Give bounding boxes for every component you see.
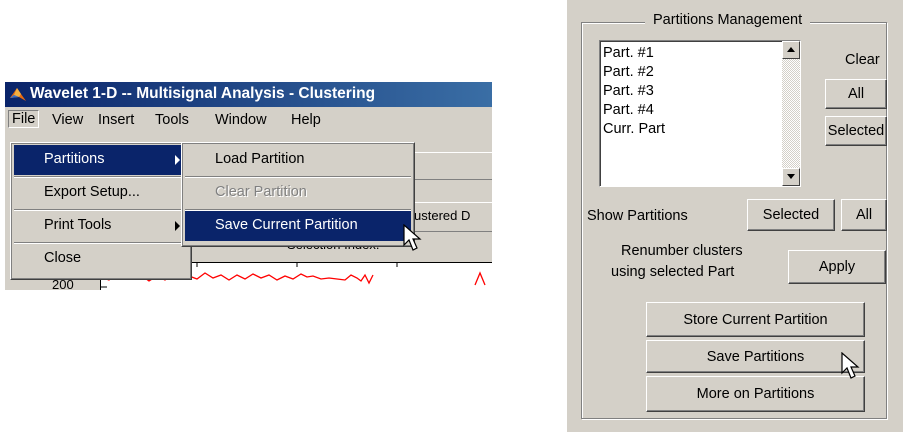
list-item[interactable]: Part. #1 [603, 45, 654, 61]
menu-item-load-partition[interactable]: Load Partition [185, 145, 411, 175]
submenu-arrow-icon [175, 155, 180, 165]
menubar: File View Insert Tools Window Help [5, 107, 492, 135]
renumber-label-line1: Renumber clusters [621, 243, 743, 259]
show-partitions-label: Show Partitions [587, 208, 688, 224]
store-current-partition-button[interactable]: Store Current Partition [646, 302, 865, 337]
arrow-down-icon [787, 174, 795, 179]
more-on-partitions-button[interactable]: More on Partitions [646, 376, 865, 412]
list-item[interactable]: Part. #3 [603, 83, 654, 99]
scroll-down-button[interactable] [782, 168, 800, 186]
menu-insert[interactable]: Insert [98, 112, 134, 128]
mouse-cursor-icon [841, 352, 860, 379]
menu-item-export-setup-label: Export Setup... [44, 184, 140, 200]
menu-item-export-setup[interactable]: Export Setup... [14, 178, 188, 208]
menu-window[interactable]: Window [215, 112, 267, 128]
renumber-label-line2: using selected Part [611, 264, 735, 280]
show-all-button[interactable]: All [841, 199, 887, 231]
menu-item-clear-partition[interactable]: Clear Partition [185, 178, 411, 208]
menu-file[interactable]: File [8, 110, 40, 128]
menu-item-save-current-partition-label: Save Current Partition [215, 217, 358, 233]
menu-tools[interactable]: Tools [155, 112, 189, 128]
menu-item-close-label: Close [44, 250, 82, 266]
clear-all-button[interactable]: All [825, 79, 887, 109]
menu-item-print-tools-label: Print Tools [44, 217, 112, 233]
matlab-logo-icon [10, 88, 26, 101]
list-item[interactable]: Part. #2 [603, 64, 654, 80]
background-button: ta [404, 152, 492, 180]
submenu-arrow-icon [175, 221, 180, 231]
partitions-panel: Partitions Management Part. #1 Part. #2 … [567, 0, 903, 432]
scroll-up-button[interactable] [782, 41, 800, 59]
list-item[interactable]: Part. #4 [603, 102, 654, 118]
window-titlebar[interactable]: Wavelet 1-D -- Multisignal Analysis - Cl… [5, 82, 492, 107]
wavelet-window: Wavelet 1-D -- Multisignal Analysis - Cl… [5, 82, 492, 290]
partitions-listbox[interactable]: Part. #1 Part. #2 Part. #3 Part. #4 Curr… [599, 40, 801, 187]
menu-item-save-current-partition[interactable]: Save Current Partition [185, 211, 411, 241]
clustered-label-fragment: ustered D [414, 208, 471, 223]
window-title: Wavelet 1-D -- Multisignal Analysis - Cl… [30, 85, 376, 102]
menu-view[interactable]: View [52, 112, 83, 128]
list-item[interactable]: Curr. Part [603, 121, 665, 137]
save-partitions-button[interactable]: Save Partitions [646, 340, 865, 373]
apply-button[interactable]: Apply [788, 250, 886, 284]
menu-help[interactable]: Help [291, 112, 321, 128]
menu-item-close[interactable]: Close [14, 244, 188, 274]
arrow-up-icon [787, 47, 795, 52]
mouse-cursor-icon [403, 224, 422, 251]
file-menu-dropdown: Partitions Export Setup... Print Tools C… [10, 142, 192, 280]
partitions-submenu: Load Partition Clear Partition Save Curr… [181, 142, 415, 247]
show-selected-button[interactable]: Selected [747, 199, 835, 231]
menu-item-partitions[interactable]: Partitions [14, 145, 188, 175]
clear-selected-button[interactable]: Selected [825, 116, 887, 146]
menu-item-clear-partition-label: Clear Partition [215, 184, 307, 200]
menu-item-load-partition-label: Load Partition [215, 151, 305, 167]
clear-label: Clear [845, 52, 880, 68]
panel-title: Partitions Management [645, 12, 811, 28]
menu-item-print-tools[interactable]: Print Tools [14, 211, 188, 241]
menu-item-partitions-label: Partitions [44, 151, 105, 167]
listbox-scrollbar[interactable] [782, 41, 800, 186]
